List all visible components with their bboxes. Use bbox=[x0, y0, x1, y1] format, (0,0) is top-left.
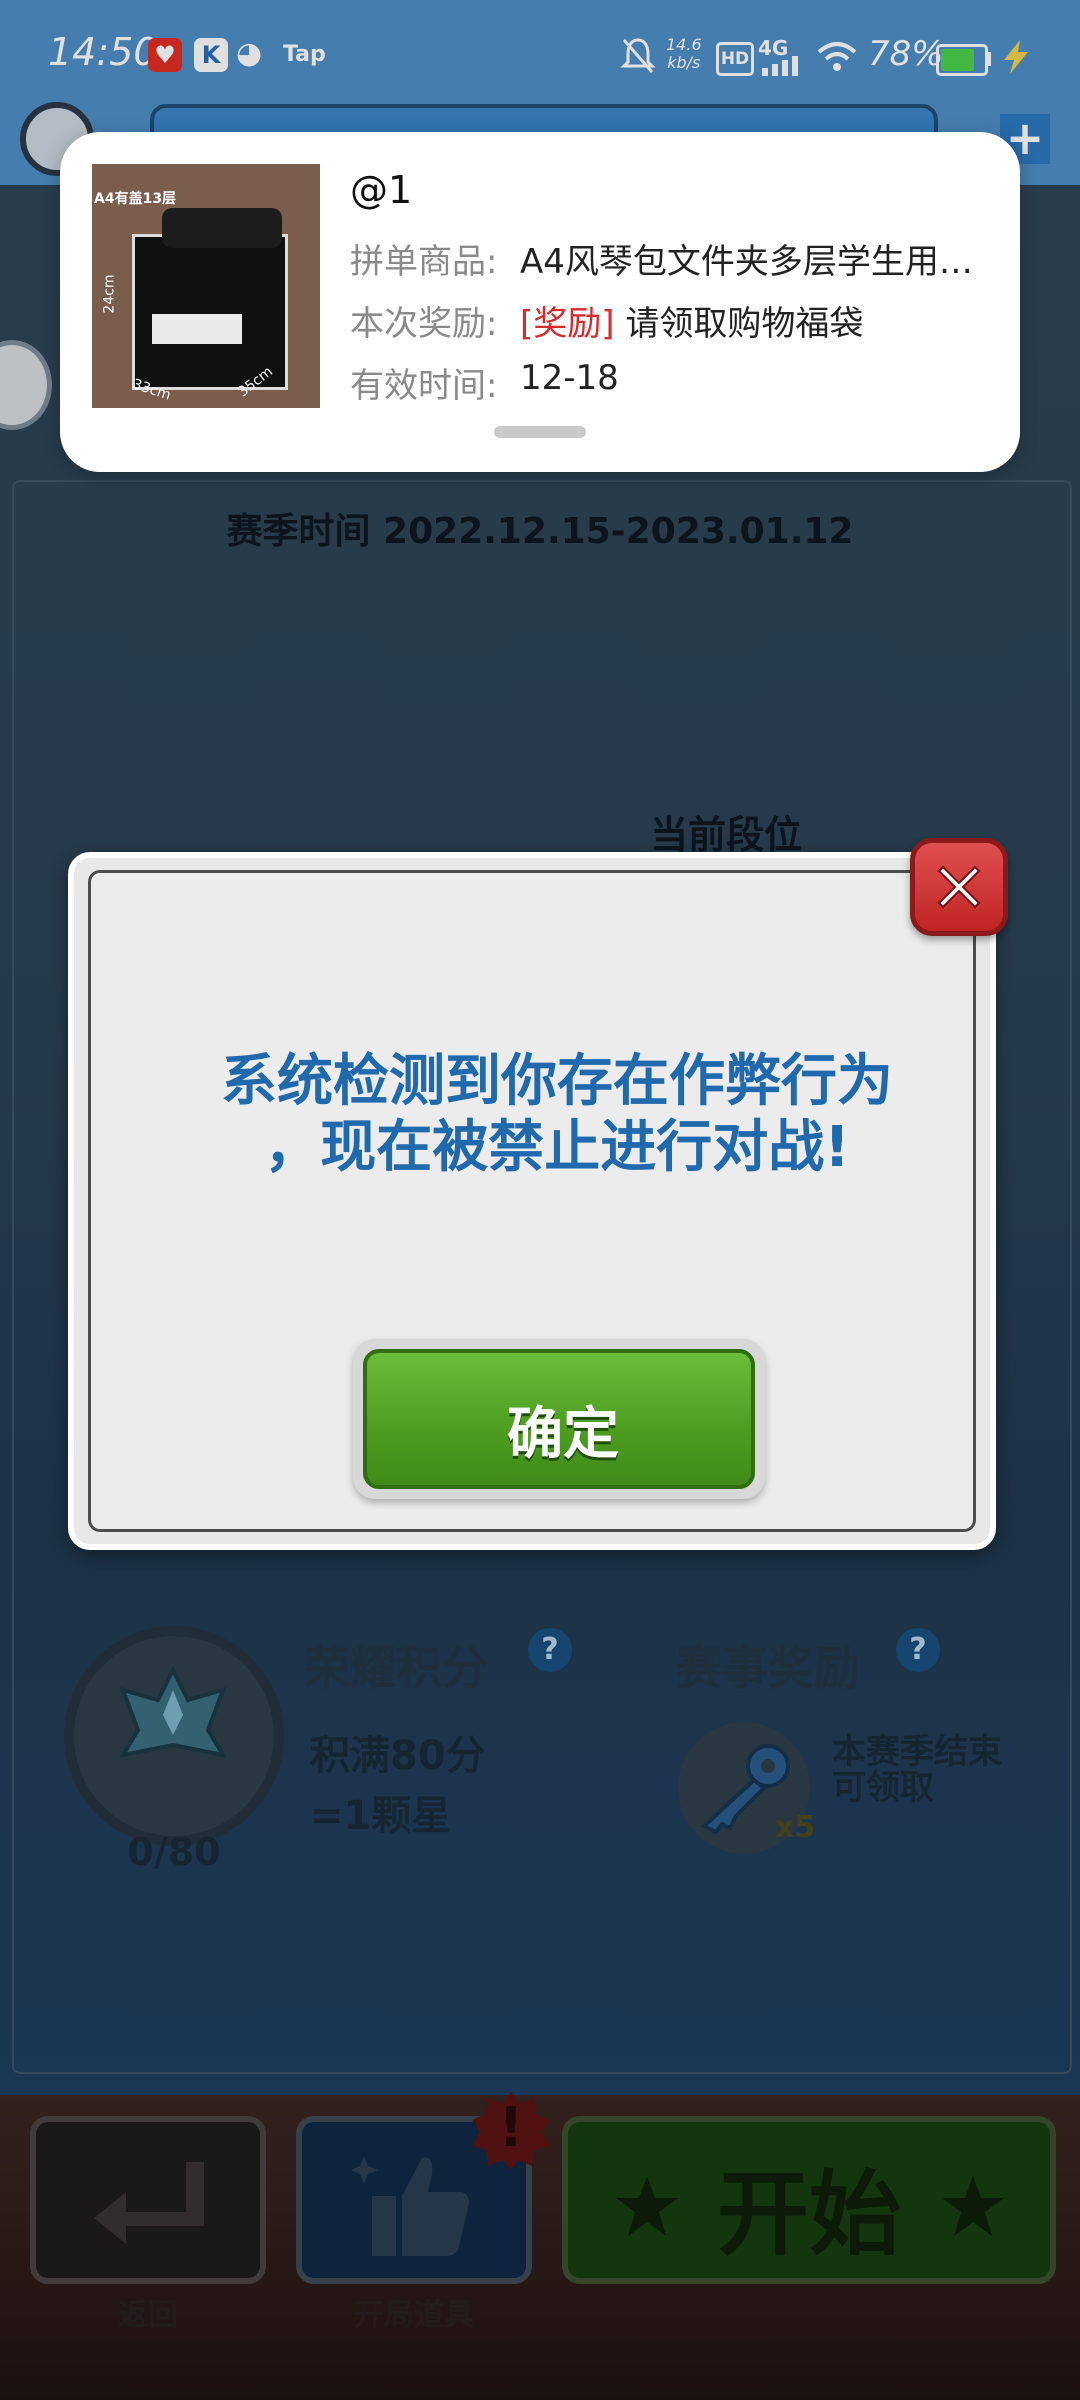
dialog-message: 系统检测到你存在作弊行为 ，现在被禁止进行对战! bbox=[131, 1049, 983, 1181]
image-lid bbox=[162, 208, 282, 248]
dialog-inner-frame: 系统检测到你存在作弊行为 ，现在被禁止进行对战! 确定 bbox=[88, 870, 976, 1532]
valid-value: 12-18 bbox=[520, 358, 619, 398]
image-dim-height: 24cm bbox=[101, 274, 118, 314]
reward-tag: [奖励] bbox=[520, 304, 615, 344]
drag-handle[interactable] bbox=[494, 426, 586, 438]
product-label: 拼单商品: bbox=[350, 242, 498, 282]
dialog-message-line2: ，现在被禁止进行对战! bbox=[264, 1115, 850, 1180]
confirm-button[interactable]: 确定 bbox=[353, 1339, 765, 1499]
close-button[interactable] bbox=[910, 838, 1008, 936]
reward-label: 本次奖励: bbox=[350, 304, 498, 344]
product-image[interactable]: A4有盖13层 24cm 33cm 35cm bbox=[92, 164, 320, 408]
dialog-message-line1: 系统检测到你存在作弊行为 bbox=[221, 1049, 893, 1114]
confirm-button-face[interactable]: 确定 bbox=[363, 1349, 755, 1489]
cheat-warning-dialog: 系统检测到你存在作弊行为 ，现在被禁止进行对战! 确定 bbox=[68, 852, 996, 1550]
image-caption: A4有盖13层 bbox=[94, 191, 177, 207]
notification-user: @1 bbox=[350, 168, 413, 212]
reward-row: [奖励] 请领取购物福袋 bbox=[520, 296, 863, 345]
notification-card[interactable]: A4有盖13层 24cm 33cm 35cm @1 拼单商品: A4风琴包文件夹… bbox=[60, 132, 1020, 472]
image-label-white bbox=[152, 314, 242, 344]
valid-label: 有效时间: bbox=[350, 366, 498, 406]
reward-value: 请领取购物福袋 bbox=[625, 304, 864, 344]
product-value: A4风琴包文件夹多层学生用… bbox=[520, 242, 973, 282]
close-icon bbox=[937, 865, 981, 909]
confirm-label: 确定 bbox=[507, 1402, 619, 1467]
